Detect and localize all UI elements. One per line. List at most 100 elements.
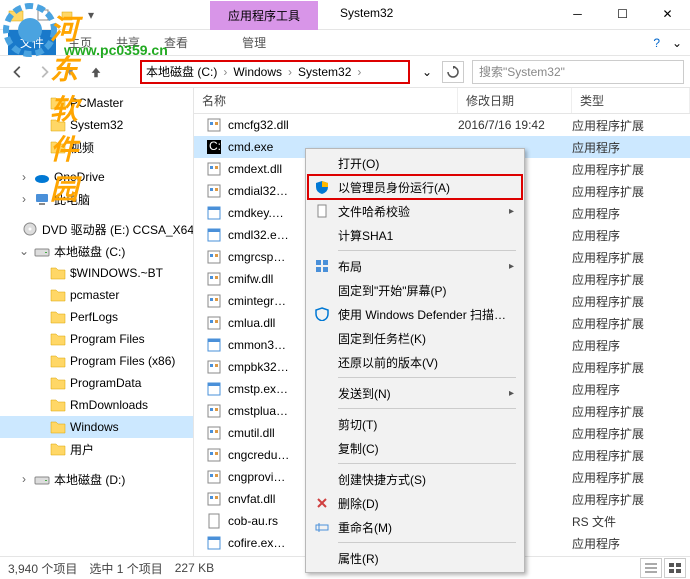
tree-item[interactable]: › OneDrive [0,166,193,188]
tree-item[interactable]: RmDownloads [0,394,193,416]
tree-item[interactable]: DVD 驱动器 (E:) CCSA_X64… [0,218,193,240]
tree-item[interactable]: ⌄本地磁盘 (C:) [0,240,193,262]
tree-item[interactable]: ›此电脑 [0,188,193,210]
context-menu-item[interactable]: 固定到任务栏(K) [308,326,522,350]
menu-file[interactable]: 文件 [8,30,56,55]
thumbnails-view-button[interactable] [664,558,686,578]
menu-label: 固定到"开始"屏幕(P) [338,282,447,299]
file-type: 应用程序扩展 [572,491,690,508]
column-name[interactable]: 名称 [194,88,458,113]
menu-label: 固定到任务栏(K) [338,330,426,347]
context-menu-item[interactable]: 使用 Windows Defender 扫描… [308,302,522,326]
file-name: cmd.exe [228,140,273,154]
recent-dropdown-icon[interactable]: ▾ [58,60,82,84]
refresh-button[interactable] [442,61,464,83]
help-icon[interactable]: ? [653,36,660,50]
status-selection: 选中 1 个项目 [89,560,162,577]
breadcrumb-windows[interactable]: Windows [233,65,282,79]
tree-item[interactable]: pcmaster [0,284,193,306]
tree-item[interactable]: System32 [0,114,193,136]
search-input[interactable]: 搜索"System32" [472,60,684,84]
tree-label: Windows [70,420,119,434]
file-name: cmgrcsp… [228,250,285,264]
file-icon [206,315,222,331]
file-name: cmdial32… [228,184,288,198]
folder-icon [50,419,66,435]
file-row[interactable]: cmcfg32.dll2016/7/16 19:42应用程序扩展 [194,114,690,136]
expand-icon[interactable]: › [18,193,30,205]
expand-icon[interactable]: ⌄ [18,245,30,257]
menu-label: 以管理员身份运行(A) [338,179,450,196]
menu-view[interactable]: 查看 [152,30,200,55]
tree-item[interactable]: 用户 [0,438,193,460]
column-date[interactable]: 修改日期 [458,88,572,113]
qat-properties-icon[interactable] [32,4,54,26]
status-count: 3,940 个项目 [8,560,77,577]
tree-item[interactable]: Program Files (x86) [0,350,193,372]
file-type: 应用程序扩展 [572,315,690,332]
menu-label: 布局 [338,258,362,275]
tree-label: Program Files (x86) [70,354,175,368]
folder-icon [50,353,66,369]
context-menu-item[interactable]: 以管理员身份运行(A) [308,175,522,199]
context-menu-item[interactable]: 属性(R) [308,546,522,570]
context-menu-item[interactable]: 文件哈希校验 [308,199,522,223]
tree-label: OneDrive [54,170,105,184]
forward-button[interactable] [32,60,56,84]
tree-item[interactable]: PerfLogs [0,306,193,328]
column-type[interactable]: 类型 [572,88,690,113]
context-menu-item[interactable]: 重命名(M) [308,515,522,539]
context-menu-item[interactable]: 复制(C) [308,436,522,460]
menu-separator [338,377,516,378]
context-menu: 打开(O) 以管理员身份运行(A) 文件哈希校验计算SHA1 布局固定到"开始"屏幕(… [305,148,525,573]
back-button[interactable] [6,60,30,84]
menu-home[interactable]: 主页 [56,30,104,55]
file-name: cmstplua… [228,404,288,418]
context-menu-item[interactable]: 创建快捷方式(S) [308,467,522,491]
tree-item[interactable]: Windows [0,416,193,438]
minimize-button[interactable]: ─ [555,0,600,28]
context-menu-item[interactable]: 布局 [308,254,522,278]
tree-item[interactable]: $WINDOWS.~BT [0,262,193,284]
folder-icon [50,139,66,155]
expand-icon[interactable]: › [18,473,30,485]
tree-item[interactable]: PCMaster [0,92,193,114]
context-menu-item[interactable]: 固定到"开始"屏幕(P) [308,278,522,302]
context-menu-item[interactable]: 发送到(N) [308,381,522,405]
menu-share[interactable]: 共享 [104,30,152,55]
context-menu-item[interactable]: 打开(O) [308,151,522,175]
ribbon-context-tab[interactable]: 应用程序工具 [210,1,318,30]
breadcrumb-system32[interactable]: System32 [298,65,351,79]
address-bar[interactable]: 本地磁盘 (C:)› Windows› System32› [140,60,410,84]
context-menu-item[interactable]: 计算SHA1 [308,223,522,247]
qat-new-folder-icon[interactable] [56,4,78,26]
close-button[interactable]: ✕ [645,0,690,28]
file-type: 应用程序扩展 [572,293,690,310]
maximize-button[interactable]: ☐ [600,0,645,28]
navigation-bar: ▾ 本地磁盘 (C:)› Windows› System32› ⌄ 搜索"Sys… [0,56,690,88]
menu-label: 计算SHA1 [338,227,393,244]
tree-label: $WINDOWS.~BT [70,266,163,280]
folder-icon [50,117,66,133]
up-button[interactable] [84,60,108,84]
breadcrumb-drive[interactable]: 本地磁盘 (C:) [146,63,217,80]
menu-label: 属性(R) [338,550,379,567]
tree-item[interactable]: Program Files [0,328,193,350]
file-name: cmutil.dll [228,426,275,440]
tree-item[interactable]: ›本地磁盘 (D:) [0,468,193,490]
tree-label: PerfLogs [70,310,118,324]
context-menu-item[interactable]: 删除(D) [308,491,522,515]
tree-item[interactable]: ProgramData [0,372,193,394]
context-menu-item[interactable]: 剪切(T) [308,412,522,436]
qat-dropdown-icon[interactable]: ▾ [80,4,102,26]
context-menu-item[interactable]: 还原以前的版本(V) [308,350,522,374]
ribbon-expand-icon[interactable]: ⌄ [672,36,682,50]
address-dropdown-icon[interactable]: ⌄ [416,61,438,83]
folder-icon [50,309,66,325]
expand-icon[interactable]: › [18,171,30,183]
tree-item[interactable]: 视频 [0,136,193,158]
svg-text:C:\: C:\ [209,139,222,153]
file-type: 应用程序扩展 [572,469,690,486]
details-view-button[interactable] [640,558,662,578]
menu-manage[interactable]: 管理 [230,30,278,55]
